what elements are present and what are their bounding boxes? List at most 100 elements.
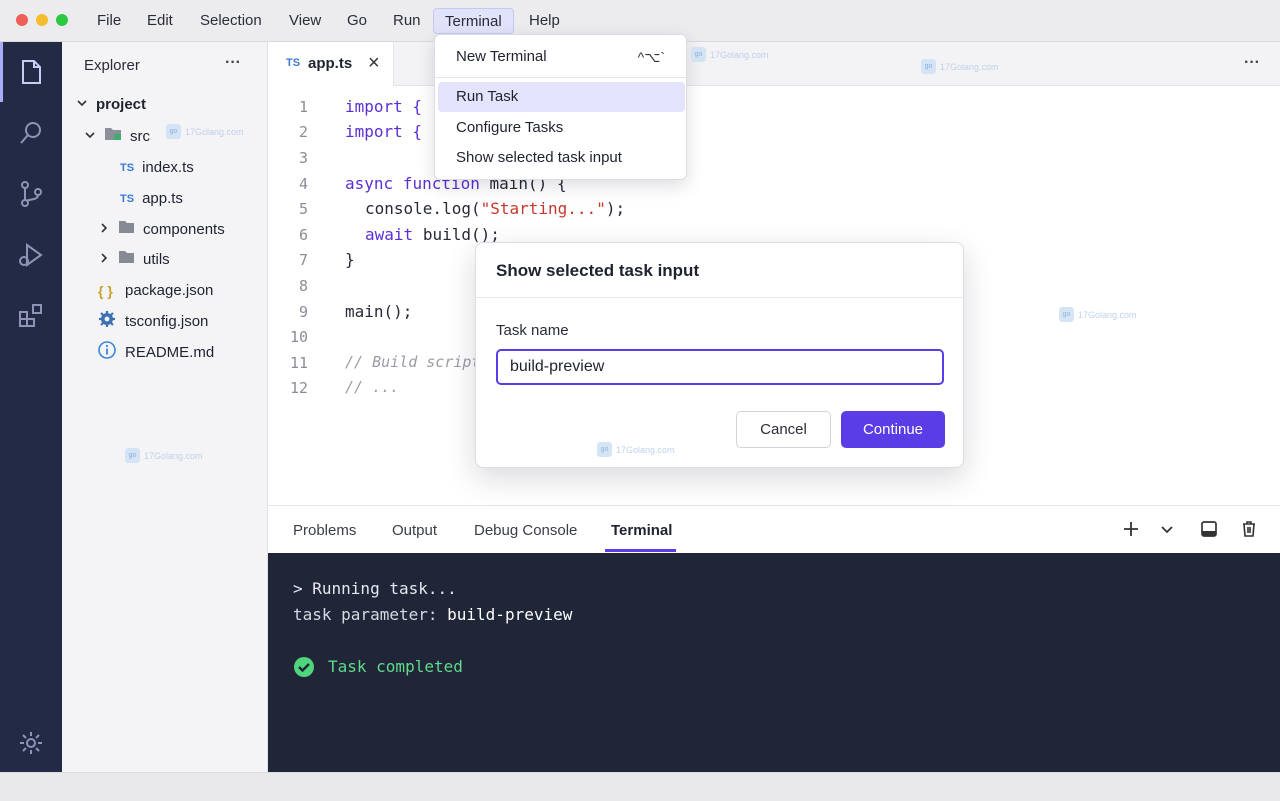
- tree-app-ts-label: app.ts: [142, 190, 183, 207]
- line-number: 8: [298, 277, 308, 295]
- menu-file[interactable]: File: [91, 8, 127, 34]
- close-tab-icon[interactable]: ×: [368, 52, 380, 75]
- maximize-panel-icon[interactable]: [1200, 520, 1218, 543]
- task-input-dialog: Show selected task input Task name Cance…: [475, 242, 964, 468]
- code-line-7: }: [345, 250, 355, 269]
- extensions-icon[interactable]: [14, 298, 48, 332]
- line-number: 11: [289, 354, 308, 372]
- files-icon[interactable]: [14, 55, 48, 89]
- tab-app-ts[interactable]: TS app.ts ×: [268, 42, 394, 86]
- tree-index-ts[interactable]: TS index.ts: [120, 157, 194, 179]
- code-line-1: import {: [345, 97, 423, 116]
- code-console-log: console.log(: [365, 199, 481, 218]
- watermark-text: 17Golang.com: [940, 61, 999, 72]
- editor-tab-bar: TS app.ts × ···: [268, 42, 1280, 86]
- watermark: go 17Golang.com: [1059, 307, 1137, 322]
- tree-src-label: src: [130, 128, 150, 145]
- line-number: 1: [298, 98, 308, 116]
- watermark: go 17Golang.com: [921, 59, 999, 74]
- menu-item-show-task-input[interactable]: Show selected task input: [438, 143, 685, 173]
- chevron-down-icon[interactable]: [1160, 522, 1174, 541]
- search-icon[interactable]: [14, 116, 48, 150]
- tree-index-ts-label: index.ts: [142, 159, 194, 176]
- code-line-2: import {: [345, 122, 423, 141]
- menu-divider: [435, 77, 686, 78]
- task-name-input[interactable]: [496, 349, 944, 385]
- run-debug-icon[interactable]: [14, 238, 48, 272]
- menu-item-configure-tasks[interactable]: Configure Tasks: [438, 113, 685, 143]
- tree-project[interactable]: project: [76, 94, 146, 116]
- watermark-text: 17Golang.com: [185, 126, 244, 137]
- watermark-logo-icon: go: [125, 448, 140, 463]
- code-line-6: await build();: [365, 225, 500, 244]
- tree-tsconfig-json[interactable]: tsconfig.json: [98, 310, 209, 333]
- menu-item-new-terminal[interactable]: New Terminal ^⌥`: [438, 42, 685, 72]
- tab-debug-console[interactable]: Debug Console: [474, 522, 577, 539]
- code-line-9: main();: [345, 302, 413, 321]
- line-number: 2: [298, 123, 308, 141]
- tree-components-label: components: [143, 221, 225, 238]
- bottom-panel: Problems Output Debug Console Terminal >…: [268, 505, 1280, 773]
- active-tab-underline: [605, 549, 676, 552]
- typescript-icon: TS: [286, 57, 301, 69]
- watermark-logo-icon: go: [166, 124, 181, 139]
- active-indicator: [0, 42, 3, 102]
- watermark-logo-icon: go: [691, 47, 706, 62]
- typescript-icon: TS: [120, 193, 135, 205]
- trash-icon[interactable]: [1240, 520, 1258, 543]
- terminal-output[interactable]: > Running task... task parameter: build-…: [268, 553, 1280, 773]
- plus-icon[interactable]: [1122, 520, 1140, 543]
- menu-help[interactable]: Help: [523, 8, 566, 34]
- tree-package-json[interactable]: { } package.json: [98, 280, 213, 302]
- menu-item-run-task[interactable]: Run Task: [438, 82, 685, 112]
- folder-icon: [118, 219, 143, 241]
- status-bar: [0, 772, 1280, 801]
- terminal-completed-line: Task completed: [328, 657, 463, 676]
- tab-output[interactable]: Output: [392, 522, 437, 539]
- line-number: 12: [289, 379, 308, 397]
- menu-view[interactable]: View: [283, 8, 327, 34]
- menu-run[interactable]: Run: [387, 8, 427, 34]
- watermark-logo-icon: go: [1059, 307, 1074, 322]
- menu-edit[interactable]: Edit: [141, 8, 179, 34]
- code-line-5: console.log("Starting...");: [365, 199, 625, 218]
- tree-src[interactable]: src: [84, 126, 150, 148]
- line-number: 10: [289, 328, 308, 346]
- tree-readme[interactable]: README.md: [98, 340, 215, 366]
- settings-gear-icon[interactable]: [14, 726, 48, 760]
- tree-utils-label: utils: [143, 251, 170, 268]
- watermark: go 17Golang.com: [125, 448, 203, 463]
- param-label: task parameter:: [293, 605, 438, 624]
- source-control-icon[interactable]: [14, 177, 48, 211]
- activity-bar: [0, 42, 62, 772]
- close-window-button[interactable]: [16, 14, 28, 26]
- editor-more-icon[interactable]: ···: [1244, 54, 1260, 72]
- menu-terminal[interactable]: Terminal: [433, 8, 514, 34]
- json-icon: { }: [98, 283, 113, 299]
- tree-tsconfig-json-label: tsconfig.json: [125, 313, 209, 330]
- continue-button[interactable]: Continue: [841, 411, 945, 448]
- terminal-menu-dropdown: New Terminal ^⌥` Run Task Configure Task…: [434, 34, 687, 180]
- line-number: 5: [298, 200, 308, 218]
- zoom-window-button[interactable]: [56, 14, 68, 26]
- menu-go[interactable]: Go: [341, 8, 373, 34]
- tab-terminal[interactable]: Terminal: [611, 522, 672, 539]
- new-terminal-label: New Terminal: [456, 48, 547, 65]
- task-name-label: Task name: [496, 322, 569, 339]
- tree-utils[interactable]: utils: [98, 249, 170, 271]
- minimize-window-button[interactable]: [36, 14, 48, 26]
- terminal-param-line: task parameter: build-preview: [293, 605, 572, 624]
- watermark-text: 17Golang.com: [616, 444, 675, 455]
- tree-components[interactable]: components: [98, 219, 225, 241]
- cancel-button[interactable]: Cancel: [736, 411, 831, 448]
- chevron-down-icon: [84, 126, 104, 148]
- tree-project-label: project: [96, 96, 147, 113]
- explorer-more-icon[interactable]: ···: [225, 54, 241, 72]
- tree-app-ts[interactable]: TS app.ts: [120, 188, 183, 210]
- line-number: 3: [298, 149, 308, 167]
- tree-readme-label: README.md: [125, 344, 215, 361]
- menu-selection[interactable]: Selection: [194, 8, 268, 34]
- info-icon: [98, 340, 125, 366]
- code-paren-close: );: [605, 199, 626, 218]
- tab-problems[interactable]: Problems: [293, 522, 356, 539]
